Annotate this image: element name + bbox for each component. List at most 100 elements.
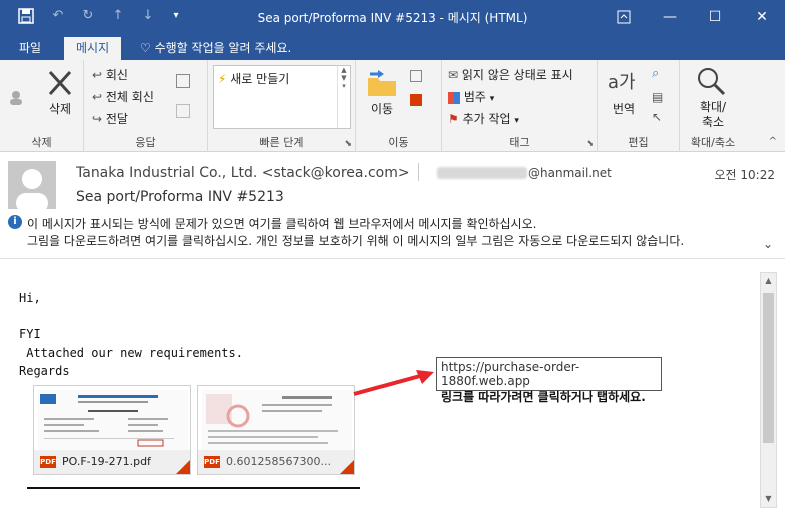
ribbon: 삭제 삭제 ↩ 회신 ↩ 전체 회신 ↪ 전달 응답 ⚡ 새로 만들기 ▲ ▼ ▾ … bbox=[0, 60, 785, 152]
group-label-editing: 편집 bbox=[628, 136, 649, 149]
move-folder-icon[interactable] bbox=[366, 68, 398, 101]
forward-icon: ↪ bbox=[92, 112, 103, 126]
recipient-domain[interactable]: @hanmail.net bbox=[528, 166, 612, 180]
ribbon-tabs: 파일 메시지 ♡ 수행할 작업을 알려 주세요. bbox=[0, 34, 785, 60]
group-label-move: 이동 bbox=[388, 136, 409, 149]
group-editing: a가 번역 ⌕ ▤ ↖ 편집 bbox=[598, 60, 680, 152]
chevron-down-icon: ▾ bbox=[514, 116, 519, 126]
reply-icon: ↩ bbox=[92, 68, 103, 82]
follow-up-button[interactable]: ⚑ 추가 작업 ▾ bbox=[448, 109, 519, 129]
pdf-icon: PDF bbox=[204, 456, 220, 468]
tooltip-url: https://purchase-order-1880f.web.app bbox=[441, 360, 580, 388]
body-greeting: Hi, bbox=[19, 291, 41, 305]
scroll-thumb[interactable] bbox=[763, 293, 774, 443]
group-label-zoom: 확대/축소 bbox=[690, 136, 736, 149]
lightning-icon: ⚡ bbox=[218, 72, 227, 86]
tooltip-hint: 링크를 따라가려면 클릭하거나 탭하세요. bbox=[441, 390, 646, 404]
quick-steps-gallery[interactable]: ⚡ 새로 만들기 ▲ ▼ ▾ bbox=[213, 65, 351, 129]
group-label-quick-steps: 빠른 단계 bbox=[259, 136, 304, 149]
tab-message[interactable]: 메시지 bbox=[64, 37, 122, 60]
delete-x-icon[interactable] bbox=[46, 68, 74, 98]
link-tooltip: https://purchase-order-1880f.web.app 링크를… bbox=[436, 357, 662, 404]
tell-me-search[interactable]: ♡ 수행할 작업을 알려 주세요. bbox=[140, 37, 291, 60]
link-underline bbox=[27, 487, 360, 489]
follow-up-label: 추가 작업 bbox=[462, 112, 511, 126]
attachment-name[interactable]: PO.F-19-271.pdf bbox=[62, 455, 151, 468]
recipient-redacted bbox=[437, 167, 527, 179]
mark-unread-label: 읽지 않은 상태로 표시 bbox=[461, 68, 573, 82]
group-zoom: 확대/ 축소 확대/축소 bbox=[680, 60, 746, 152]
scroll-down-icon[interactable]: ▼ bbox=[761, 491, 776, 507]
body-attached: Attached our new requirements. bbox=[19, 346, 243, 360]
expand-header-icon[interactable]: ⌄ bbox=[763, 237, 773, 251]
group-label-delete: 삭제 bbox=[31, 136, 52, 149]
flag-icon: ⚑ bbox=[448, 112, 459, 126]
scroll-up-icon[interactable]: ▲ bbox=[761, 273, 776, 289]
rules-icon[interactable] bbox=[410, 70, 422, 82]
group-respond: ↩ 회신 ↩ 전체 회신 ↪ 전달 응답 bbox=[84, 60, 208, 152]
body-scrollbar[interactable]: ▲ ▼ bbox=[760, 272, 777, 508]
received-time: 오전 10:22 bbox=[714, 168, 775, 182]
translate-button[interactable]: 번역 bbox=[602, 100, 646, 117]
reply-button[interactable]: ↩ 회신 bbox=[92, 65, 128, 85]
sender[interactable]: Tanaka Industrial Co., Ltd. <stack@korea… bbox=[76, 165, 410, 181]
quick-steps-launcher-icon[interactable]: ⬊ bbox=[344, 139, 352, 149]
magnifier-icon[interactable] bbox=[696, 66, 726, 99]
quick-step-new[interactable]: ⚡ 새로 만들기 bbox=[218, 69, 289, 89]
tab-file[interactable]: 파일 bbox=[7, 37, 53, 60]
delete-button[interactable]: 삭제 bbox=[40, 100, 80, 117]
attachment-name[interactable]: 0.601258567300... bbox=[226, 455, 331, 468]
lightbulb-icon: ♡ bbox=[140, 41, 151, 55]
tell-me-label: 수행할 작업을 알려 주세요. bbox=[154, 41, 292, 55]
avatar bbox=[8, 161, 56, 209]
envelope-icon: ✉ bbox=[448, 68, 459, 82]
onenote-icon[interactable] bbox=[410, 94, 422, 106]
select-icon[interactable]: ▤ bbox=[652, 90, 663, 104]
message-header: Tanaka Industrial Co., Ltd. <stack@korea… bbox=[0, 153, 785, 259]
quick-step-new-label: 새로 만들기 bbox=[230, 72, 290, 86]
ribbon-display-icon[interactable] bbox=[604, 0, 644, 34]
tags-launcher-icon[interactable]: ⬊ bbox=[586, 139, 594, 149]
attachment-thumbnail[interactable]: PDF PO.F-19-271.pdf bbox=[33, 385, 191, 475]
body-fyi: FYI bbox=[19, 327, 41, 341]
reply-all-button[interactable]: ↩ 전체 회신 bbox=[92, 87, 154, 107]
info-bar-browser[interactable]: 이 메시지가 표시되는 방식에 문제가 있으면 여기를 클릭하여 웹 브라우저에… bbox=[27, 215, 536, 232]
minimize-icon[interactable]: — bbox=[650, 0, 690, 34]
group-delete: 삭제 삭제 bbox=[0, 60, 84, 152]
attachment-corner-icon bbox=[340, 460, 354, 474]
info-icon: i bbox=[8, 215, 22, 229]
categorize-label: 범주 bbox=[463, 90, 486, 104]
translate-icon[interactable]: a가 bbox=[608, 68, 636, 94]
subject: Sea port/Proforma INV #5213 bbox=[76, 189, 284, 205]
attachment-caption: PDF 0.601258567300... bbox=[198, 450, 354, 474]
reply-label: 회신 bbox=[105, 68, 128, 82]
attachment-corner-icon bbox=[176, 460, 190, 474]
close-icon[interactable]: ✕ bbox=[742, 0, 782, 34]
maximize-icon[interactable]: ☐ bbox=[695, 0, 735, 34]
zoom-button[interactable]: 확대/ 축소 bbox=[684, 100, 742, 130]
move-button[interactable]: 이동 bbox=[362, 100, 402, 117]
ignore-icon[interactable] bbox=[8, 88, 30, 106]
attachment-thumbnail[interactable]: PDF 0.601258567300... bbox=[197, 385, 355, 475]
zoom-label-line1: 확대/ bbox=[699, 100, 727, 114]
forward-button[interactable]: ↪ 전달 bbox=[92, 109, 128, 129]
meeting-icon[interactable] bbox=[176, 74, 190, 88]
group-label-tags: 태그 bbox=[509, 136, 530, 149]
info-bar-pictures[interactable]: 그림을 다운로드하려면 여기를 클릭하십시오. 개인 정보를 보호하기 위해 이… bbox=[27, 232, 684, 249]
title-bar: ↶ ↻ ↑ ↓ ▾ Sea port/Proforma INV #5213 - … bbox=[0, 0, 785, 34]
attachment-preview bbox=[38, 390, 188, 450]
message-body: Hi, FYI Attached our new requirements. R… bbox=[0, 260, 785, 520]
mark-unread-button[interactable]: ✉ 읽지 않은 상태로 표시 bbox=[448, 65, 573, 85]
categorize-button[interactable]: 범주 ▾ bbox=[448, 87, 494, 107]
find-icon[interactable]: ⌕ bbox=[652, 66, 659, 81]
more-respond-icon[interactable] bbox=[176, 104, 190, 118]
collapse-ribbon-icon[interactable]: ^ bbox=[769, 136, 777, 147]
quick-steps-scroll[interactable]: ▲ ▼ ▾ bbox=[337, 66, 350, 128]
category-icon bbox=[448, 91, 460, 104]
cursor-icon[interactable]: ↖ bbox=[652, 110, 662, 124]
header-separator bbox=[418, 163, 419, 181]
reply-all-label: 전체 회신 bbox=[105, 90, 154, 104]
body-regards: Regards bbox=[19, 364, 70, 378]
group-quick-steps: ⚡ 새로 만들기 ▲ ▼ ▾ 빠른 단계 ⬊ bbox=[208, 60, 356, 152]
zoom-label-line2: 축소 bbox=[701, 115, 725, 129]
